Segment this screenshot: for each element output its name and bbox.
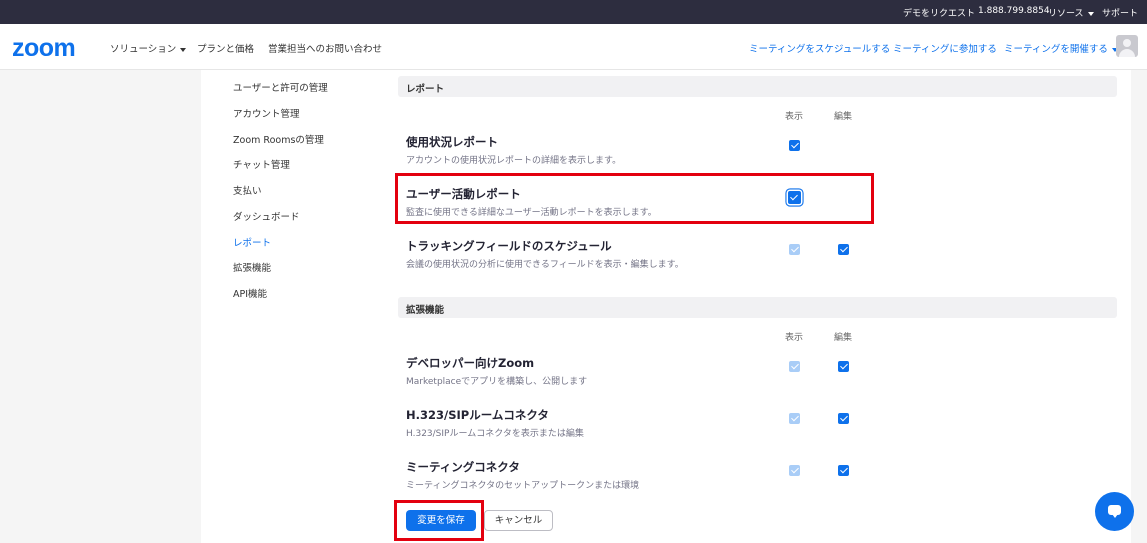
sidebar-item-extensions[interactable]: 拡張機能 — [233, 260, 271, 274]
developers-view-checkbox — [789, 361, 800, 372]
main-header: zoom ソリューション プランと価格 営業担当へのお問い合わせ ミーティングを… — [0, 24, 1147, 70]
sidebar-item-account-management[interactable]: アカウント管理 — [233, 106, 300, 120]
sidebar-item-reports[interactable]: レポート — [233, 235, 271, 249]
row-title-usage-report: 使用状況レポート — [406, 135, 498, 149]
solutions-label: ソリューション — [110, 44, 177, 55]
host-meeting-label: ミーティングを開催する — [1004, 44, 1108, 55]
support-link[interactable]: サポート — [1102, 6, 1138, 19]
row-title-meeting-connector: ミーティングコネクタ — [406, 460, 520, 474]
row-desc-zoom-for-developers: Marketplaceでアプリを構築し、公開します — [406, 377, 588, 387]
column-header-view: 表示 — [785, 112, 804, 122]
cancel-button[interactable]: キャンセル — [484, 510, 553, 531]
solutions-menu[interactable]: ソリューション — [110, 41, 187, 55]
avatar[interactable] — [1116, 35, 1138, 57]
host-meeting-menu[interactable]: ミーティングを開催する — [1004, 41, 1118, 55]
row-desc-h323-sip-connector: H.323/SIPルームコネクタを表示または編集 — [406, 429, 584, 439]
contact-sales-link[interactable]: 営業担当へのお問い合わせ — [268, 41, 382, 55]
chat-bubble-tail-shape — [1112, 514, 1118, 518]
resources-menu[interactable]: リソース — [1048, 6, 1094, 19]
top-utility-bar: デモをリクエスト 1.888.799.8854 リソース サポート — [0, 0, 1147, 24]
h323-sip-edit-checkbox[interactable] — [838, 413, 849, 424]
sidebar-item-zoom-rooms[interactable]: Zoom Roomsの管理 — [233, 132, 324, 146]
section-header-extensions: 拡張機能 — [398, 297, 1117, 318]
meeting-connector-edit-checkbox[interactable] — [838, 465, 849, 476]
sidebar-item-billing[interactable]: 支払い — [233, 183, 262, 197]
chat-support-button[interactable] — [1095, 492, 1134, 531]
section-title: レポート — [406, 84, 445, 95]
row-title-tracking-field-schedule: トラッキングフィールドのスケジュール — [406, 239, 612, 253]
chevron-down-icon — [180, 47, 187, 52]
sidebar-item-chat[interactable]: チャット管理 — [233, 157, 290, 171]
row-title-zoom-for-developers: デベロッパー向けZoom — [406, 356, 535, 370]
sidebar-item-api[interactable]: API機能 — [233, 286, 267, 300]
meeting-connector-view-checkbox — [789, 465, 800, 476]
chevron-down-icon — [1087, 11, 1094, 16]
phone-number[interactable]: 1.888.799.8854 — [978, 6, 1050, 16]
h323-sip-view-checkbox — [789, 413, 800, 424]
sidebar-item-dashboard[interactable]: ダッシュボード — [233, 209, 300, 223]
zoom-logo[interactable]: zoom — [12, 34, 76, 63]
left-gutter — [0, 70, 201, 543]
row-title-h323-sip-connector: H.323/SIPルームコネクタ — [406, 408, 549, 422]
column-header-edit: 編集 — [834, 112, 853, 122]
avatar-body-shape — [1119, 49, 1135, 57]
row-desc-usage-report: アカウントの使用状況レポートの詳細を表示します。 — [406, 156, 622, 166]
column-header-view: 表示 — [785, 333, 804, 343]
section-header-reports: レポート — [398, 76, 1117, 97]
row-desc-meeting-connector: ミーティングコネクタのセットアップトークンまたは環境 — [406, 481, 640, 491]
join-meeting-link[interactable]: ミーティングに参加する — [893, 41, 997, 55]
highlight-box-save — [394, 500, 484, 541]
column-header-edit: 編集 — [834, 333, 853, 343]
tracking-field-view-checkbox — [789, 244, 800, 255]
usage-report-view-checkbox[interactable] — [789, 140, 800, 151]
avatar-head-shape — [1123, 39, 1131, 47]
plans-pricing-link[interactable]: プランと価格 — [197, 41, 254, 55]
schedule-meeting-link[interactable]: ミーティングをスケジュールする — [749, 41, 890, 55]
section-title: 拡張機能 — [406, 305, 445, 316]
row-desc-tracking-field-schedule: 会議の使用状況の分析に使用できるフィールドを表示・編集します。 — [406, 260, 684, 270]
resources-label: リソース — [1048, 9, 1084, 19]
developers-edit-checkbox[interactable] — [838, 361, 849, 372]
tracking-field-edit-checkbox[interactable] — [838, 244, 849, 255]
request-demo-link[interactable]: デモをリクエスト — [903, 6, 975, 19]
sidebar-item-user-management[interactable]: ユーザーと許可の管理 — [233, 80, 328, 94]
highlight-box-user-activity — [395, 173, 874, 224]
